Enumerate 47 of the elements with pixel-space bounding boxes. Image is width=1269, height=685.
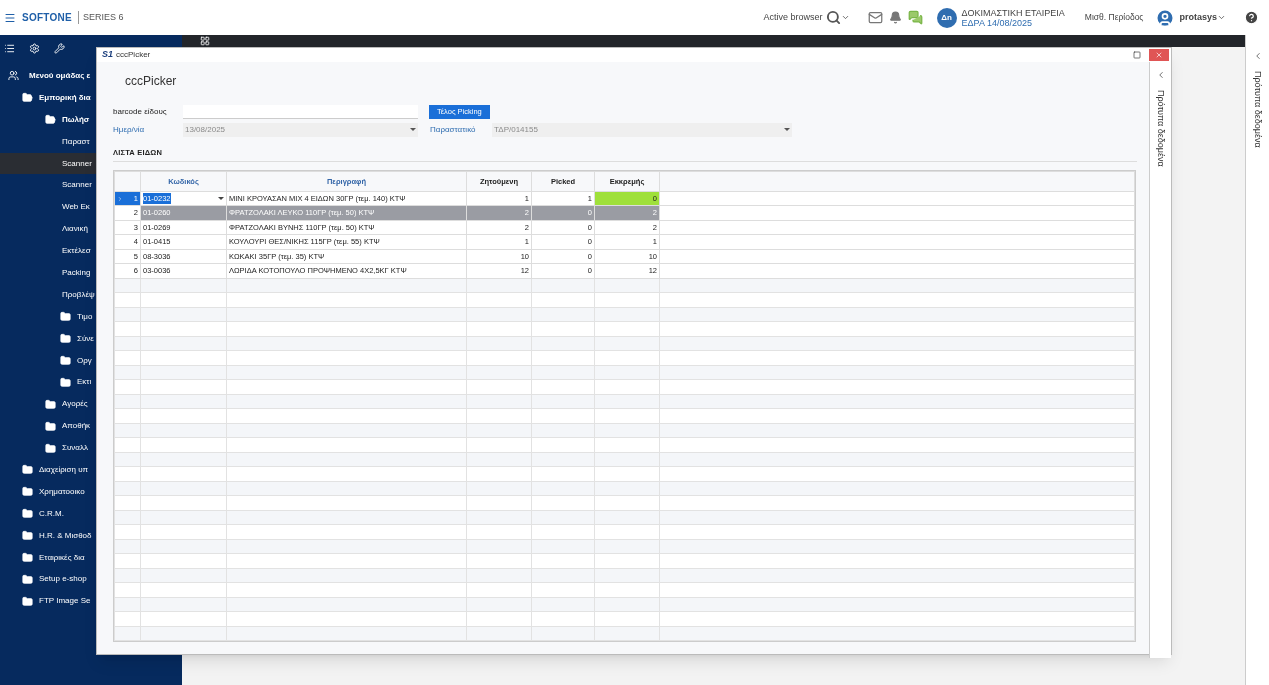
menu-item[interactable]: Χρηματοοικο <box>0 480 182 503</box>
users-icon <box>8 70 19 82</box>
field-label: Ημερ/νία <box>113 123 146 136</box>
caret-icon[interactable] <box>840 13 850 22</box>
period-label[interactable]: Μισθ. Περίοδος <box>1084 11 1144 24</box>
user-name[interactable]: protasys <box>1179 10 1217 25</box>
list-icon[interactable] <box>4 43 15 54</box>
menu-item[interactable]: Σύνε <box>0 327 182 350</box>
company-avatar[interactable]: Δn <box>936 7 957 28</box>
search-icon[interactable] <box>825 10 841 25</box>
menu-item[interactable]: Συναλλ <box>0 437 182 460</box>
menu-item[interactable]: Διαχείριση υπ <box>0 459 182 481</box>
bell-icon[interactable] <box>888 11 902 24</box>
menu-item[interactable]: Τιμο <box>0 305 182 328</box>
grid-icon[interactable] <box>200 36 210 46</box>
company-name: ΔΟΚΙΜΑΣΤΙΚΗ ΕΤΑΙΡΕΙΑ <box>961 7 1065 18</box>
app-logo: S1 <box>102 48 113 61</box>
menu-icon[interactable] <box>4 11 16 24</box>
company-branch: ΕΔΡΑ 14/08/2025 <box>961 17 1033 28</box>
menu-item[interactable]: Setup e-shop <box>0 568 182 591</box>
settings-icon[interactable] <box>29 43 40 54</box>
user-avatar-icon[interactable] <box>1155 7 1176 28</box>
menu-item[interactable]: Αγορές <box>0 393 182 416</box>
maximize-icon[interactable] <box>1133 50 1141 59</box>
close-button[interactable] <box>1149 48 1169 61</box>
caret-icon[interactable] <box>1217 13 1226 22</box>
menu-item[interactable]: Αποθήκ <box>0 415 182 438</box>
mail-icon[interactable] <box>867 10 883 25</box>
field-label: Παραστατικό <box>430 123 477 136</box>
menu-item[interactable]: Εταιρικές δια <box>0 546 182 569</box>
browser-label: Active browser <box>763 10 823 24</box>
menu-item[interactable]: H.R. & Μισθοδ <box>0 524 182 547</box>
side-panel-label[interactable]: Πρότυπα δεδομένα <box>1153 89 1168 167</box>
dropdown-caret-icon[interactable] <box>218 197 224 200</box>
help-icon[interactable] <box>1244 10 1259 25</box>
menu-item[interactable]: C.R.M. <box>0 502 182 525</box>
side-panel-label[interactable]: Πρότυπα δεδομένα <box>1250 71 1265 148</box>
menu-item[interactable]: FTP Image Se <box>0 590 182 613</box>
chat-icon[interactable] <box>907 10 923 25</box>
edition-label: SERIES 6 <box>77 10 124 25</box>
wrench-icon[interactable] <box>54 43 65 54</box>
logo: SOFTONE <box>22 11 72 25</box>
menu-item[interactable]: Οργ <box>0 349 182 372</box>
barcode-field[interactable] <box>183 104 418 119</box>
close-icon <box>1155 50 1163 59</box>
dialog-title: cccPicker <box>116 48 151 61</box>
menu-item[interactable]: Εκτι <box>0 371 182 394</box>
